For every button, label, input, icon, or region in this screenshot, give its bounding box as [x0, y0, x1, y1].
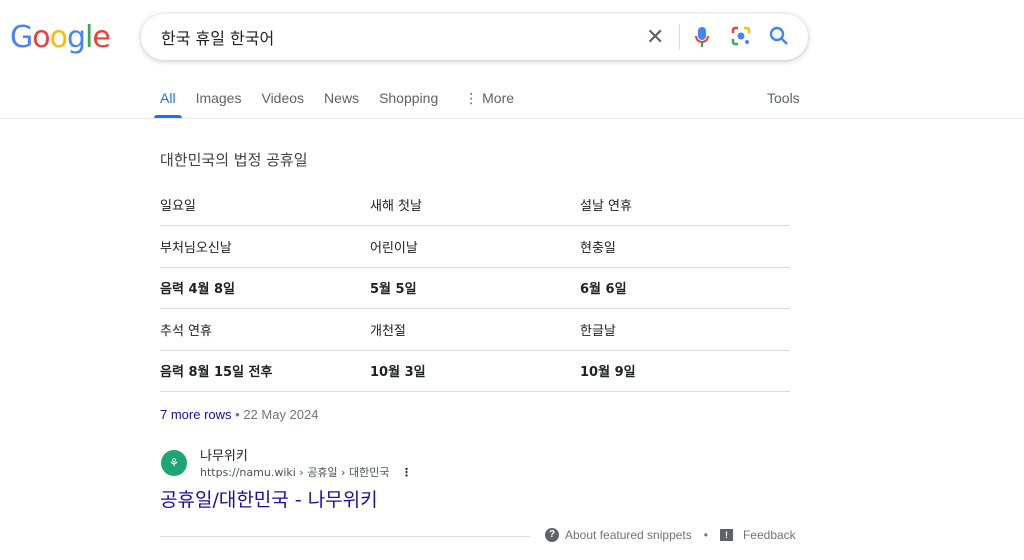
table-row: 추석 연휴 개천절 한글날 — [160, 308, 790, 351]
tab-images[interactable]: Images — [196, 90, 242, 118]
search-input[interactable] — [161, 27, 631, 47]
mic-icon[interactable] — [694, 26, 710, 53]
tab-videos[interactable]: Videos — [261, 90, 304, 118]
table-cell: 개천절 — [370, 308, 580, 351]
more-options-icon[interactable]: ⋮ — [401, 466, 412, 479]
table-row: 일요일 새해 첫날 설날 연휴 — [160, 184, 790, 226]
table-cell: 음력 8월 15일 전후 — [160, 350, 370, 392]
search-box: ✕ — [141, 14, 808, 60]
separator-dot: • — [703, 528, 708, 542]
feedback-icon: ! — [719, 529, 733, 541]
divider — [160, 536, 530, 537]
holiday-table: 일요일 새해 첫날 설날 연휴 부처님오신날 어린이날 현충일 음력 4월 8일 5월 5… — [160, 184, 790, 392]
result-site-name[interactable]: 나무위키 — [200, 445, 248, 464]
snippet-date: 22 May 2024 — [243, 407, 319, 422]
snippet-footer: ? About featured snippets • ! Feedback — [545, 528, 796, 542]
table-row: 음력 4월 8일 5월 5일 6월 6일 — [160, 267, 790, 309]
table-cell: 한글날 — [580, 308, 790, 351]
tools-button[interactable]: Tools — [767, 90, 800, 106]
about-snippets-link[interactable]: About featured snippets — [565, 528, 692, 542]
table-cell: 10월 3일 — [370, 350, 580, 392]
search-tabs: All Images Videos News Shopping ⋮ More — [154, 90, 534, 118]
close-icon[interactable]: ✕ — [646, 26, 664, 48]
table-cell: 부처님오신날 — [160, 225, 370, 268]
table-cell: 일요일 — [160, 184, 370, 226]
result-url[interactable]: https://namu.wiki › 공휴일 › 대한민국 ⋮ — [200, 464, 412, 480]
table-cell: 새해 첫날 — [370, 184, 580, 226]
tab-shopping[interactable]: Shopping — [379, 90, 438, 118]
result-title-link[interactable]: 공휴일/대한민국 - 나무위키 — [160, 485, 378, 512]
search-icon[interactable] — [769, 26, 789, 51]
snippet-title: 대한민국의 법정 공휴일 — [160, 151, 308, 169]
tab-news[interactable]: News — [324, 90, 359, 118]
google-logo[interactable]: Google — [10, 20, 111, 55]
divider — [0, 118, 1024, 119]
more-rows-link[interactable]: 7 more rows — [160, 407, 232, 422]
divider — [679, 24, 680, 50]
table-cell: 음력 4월 8일 — [160, 267, 370, 309]
feedback-link[interactable]: Feedback — [743, 528, 796, 542]
table-cell: 설날 연휴 — [580, 184, 790, 226]
lens-icon[interactable] — [731, 26, 751, 51]
table-cell: 어린이날 — [370, 225, 580, 268]
table-cell: 10월 9일 — [580, 350, 790, 392]
result-url-text: https://namu.wiki › 공휴일 › 대한민국 — [200, 466, 390, 479]
table-cell: 6월 6일 — [580, 267, 790, 309]
table-cell: 추석 연휴 — [160, 308, 370, 351]
namuwiki-favicon: ⚘ — [161, 450, 187, 476]
table-cell: 현충일 — [580, 225, 790, 268]
table-cell: 5월 5일 — [370, 267, 580, 309]
table-row: 음력 8월 15일 전후 10월 3일 10월 9일 — [160, 350, 790, 392]
tab-more[interactable]: ⋮ More — [464, 90, 514, 118]
table-row: 부처님오신날 어린이날 현충일 — [160, 225, 790, 268]
help-icon: ? — [545, 528, 559, 542]
more-rows-line: 7 more rows • 22 May 2024 — [160, 407, 319, 422]
tab-all[interactable]: All — [154, 90, 181, 118]
